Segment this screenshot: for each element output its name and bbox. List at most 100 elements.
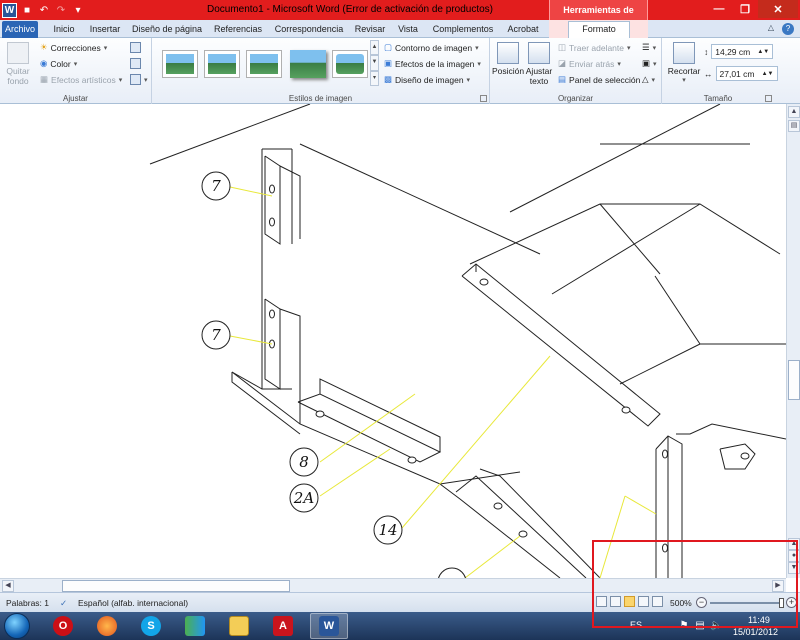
vertical-scroll-thumb[interactable] <box>788 360 800 400</box>
customize-qat-icon[interactable]: ▾ <box>71 3 85 17</box>
diseno-imagen-button[interactable]: ▩ Diseño de imagen ▾ <box>384 74 470 85</box>
color-label: Color <box>50 58 71 69</box>
tab-inicio[interactable]: Inicio <box>48 22 80 38</box>
gallery-more-button[interactable]: ▾ <box>370 70 379 86</box>
tab-correspondencia[interactable]: Correspondencia <box>272 22 346 38</box>
help-icon[interactable]: ? <box>782 23 794 35</box>
group-objects-icon: ▣ <box>642 58 651 68</box>
height-input[interactable]: 14,29 cm ▲▼ <box>711 44 774 59</box>
ajustar-texto-button[interactable]: Ajustar texto <box>524 42 554 86</box>
print-layout-view-button[interactable] <box>596 596 607 607</box>
scroll-left-button[interactable]: ◀ <box>2 580 14 592</box>
start-button[interactable] <box>4 613 30 639</box>
tab-complementos[interactable]: Complementos <box>428 22 498 38</box>
next-page-button[interactable]: ▼ <box>788 562 800 574</box>
taskbar-app-acrobat[interactable]: A <box>264 613 302 639</box>
picture-style-4[interactable] <box>290 50 326 78</box>
context-tab-title: Herramientas de imagen <box>549 0 648 35</box>
quitar-fondo-button[interactable]: Quitar fondo <box>2 42 34 86</box>
document-canvas[interactable]: 7 7 8 2A 14 <box>0 104 786 578</box>
tab-vista[interactable]: Vista <box>394 22 422 38</box>
tab-formato[interactable]: Formato <box>568 21 630 38</box>
dialog-launcher-icon[interactable] <box>765 95 772 102</box>
send-backward-icon: ◪ <box>558 58 567 68</box>
contorno-imagen-button[interactable]: ▢ Contorno de imagen ▾ <box>384 42 479 53</box>
save-icon[interactable]: ■ <box>20 3 34 17</box>
align-button[interactable]: ☰ ▾ <box>642 42 656 53</box>
network-icon[interactable]: ▤ <box>694 620 706 632</box>
picture-style-2[interactable] <box>204 50 240 78</box>
spinner-arrows-icon[interactable]: ▲▼ <box>762 71 774 77</box>
tab-referencias[interactable]: Referencias <box>212 22 264 38</box>
zoom-slider-knob[interactable] <box>779 598 784 608</box>
spinner-arrows-icon[interactable]: ▲▼ <box>757 49 769 55</box>
horizontal-scroll-thumb[interactable] <box>62 580 290 592</box>
clock-time[interactable]: 11:49 <box>748 615 770 625</box>
ruler-toggle-button[interactable]: ▤ <box>788 120 800 132</box>
outline-view-button[interactable] <box>638 596 649 607</box>
efectos-imagen-button[interactable]: ▣ Efectos de la imagen ▾ <box>384 58 481 69</box>
volume-icon[interactable]: 🔈 <box>710 620 722 632</box>
group-objects-button[interactable]: ▣ ▾ <box>642 58 657 69</box>
gallery-up-button[interactable]: ▲ <box>370 40 379 56</box>
picture-style-3[interactable] <box>246 50 282 78</box>
width-input[interactable]: 27,01 cm ▲▼ <box>715 66 778 81</box>
panel-seleccion-button[interactable]: ▤ Panel de selección <box>558 74 640 85</box>
taskbar-app-skype[interactable]: S <box>132 613 170 639</box>
collapse-ribbon-icon[interactable]: △ <box>768 23 774 35</box>
tab-insertar[interactable]: Insertar <box>86 22 124 38</box>
taskbar-app-explorer[interactable] <box>220 613 258 639</box>
restore-button[interactable]: ❐ <box>732 0 758 18</box>
windows-taskbar: O S A W ES ⚑ ▤ 🔈 11:49 15/01/2012 <box>0 612 800 640</box>
posicion-button[interactable]: Posición <box>492 42 524 76</box>
reset-picture-button[interactable]: ▾ <box>130 74 148 85</box>
compress-pictures-button[interactable] <box>130 42 141 53</box>
browse-object-button[interactable]: ● <box>788 550 800 562</box>
tab-archivo[interactable]: Archivo <box>2 21 38 38</box>
minimize-button[interactable]: — <box>706 0 732 18</box>
rotate-button[interactable]: △ ▾ <box>642 74 655 85</box>
taskbar-app-word[interactable]: W <box>310 613 348 639</box>
vertical-scrollbar[interactable]: ▲ ▤ ▲ ● ▼ <box>786 104 800 578</box>
redo-icon[interactable]: ↷ <box>54 3 68 17</box>
scroll-right-button[interactable]: ▶ <box>772 580 784 592</box>
web-layout-view-button[interactable] <box>624 596 635 607</box>
tab-revisar[interactable]: Revisar <box>352 22 388 38</box>
taskbar-app-opera[interactable]: O <box>44 613 82 639</box>
horizontal-scrollbar[interactable]: ◀ ▶ <box>0 578 786 592</box>
word-count[interactable]: Palabras: 1 <box>6 598 49 608</box>
input-language[interactable]: ES <box>630 620 642 630</box>
technical-drawing[interactable]: 7 7 8 2A 14 <box>0 104 786 578</box>
taskbar-app-firefox[interactable] <box>88 613 126 639</box>
clock-date[interactable]: 15/01/2012 <box>733 627 778 637</box>
zoom-out-button[interactable]: − <box>696 597 707 608</box>
recortar-label: Recortar <box>667 66 701 76</box>
action-center-icon[interactable]: ⚑ <box>678 620 690 632</box>
tab-acrobat[interactable]: Acrobat <box>503 22 543 38</box>
enviar-atras-button[interactable]: ◪ Enviar atrás ▾ <box>558 58 621 69</box>
picture-style-5[interactable] <box>332 50 368 78</box>
recortar-button[interactable]: Recortar ▾ <box>666 42 702 86</box>
gallery-down-button[interactable]: ▼ <box>370 55 379 71</box>
undo-icon[interactable]: ↶ <box>37 3 51 17</box>
taskbar-app-messenger[interactable] <box>176 613 214 639</box>
change-picture-button[interactable] <box>130 58 141 69</box>
dialog-launcher-icon[interactable] <box>480 95 487 102</box>
efectos-artisticos-button[interactable]: ▦ Efectos artísticos ▾ <box>40 74 122 85</box>
scroll-up-button[interactable]: ▲ <box>788 106 800 118</box>
full-screen-view-button[interactable] <box>610 596 621 607</box>
proofing-icon[interactable]: ✓ <box>60 598 67 609</box>
zoom-slider[interactable] <box>710 598 784 608</box>
language-status[interactable]: Español (alfab. internacional) <box>78 598 188 608</box>
picture-style-1[interactable] <box>162 50 198 78</box>
correcciones-button[interactable]: ☀ Correcciones ▾ <box>40 42 107 53</box>
tab-diseno-pagina[interactable]: Diseño de página <box>130 22 204 38</box>
close-button[interactable]: ✕ <box>758 0 798 18</box>
traer-adelante-button[interactable]: ◫ Traer adelante ▾ <box>558 42 631 53</box>
color-button[interactable]: ◉ Color ▾ <box>40 58 77 69</box>
previous-page-button[interactable]: ▲ <box>788 538 800 550</box>
word-app-icon[interactable]: W <box>2 2 17 18</box>
draft-view-button[interactable] <box>652 596 663 607</box>
zoom-in-button[interactable]: + <box>786 597 797 608</box>
zoom-level[interactable]: 500% <box>670 598 692 608</box>
